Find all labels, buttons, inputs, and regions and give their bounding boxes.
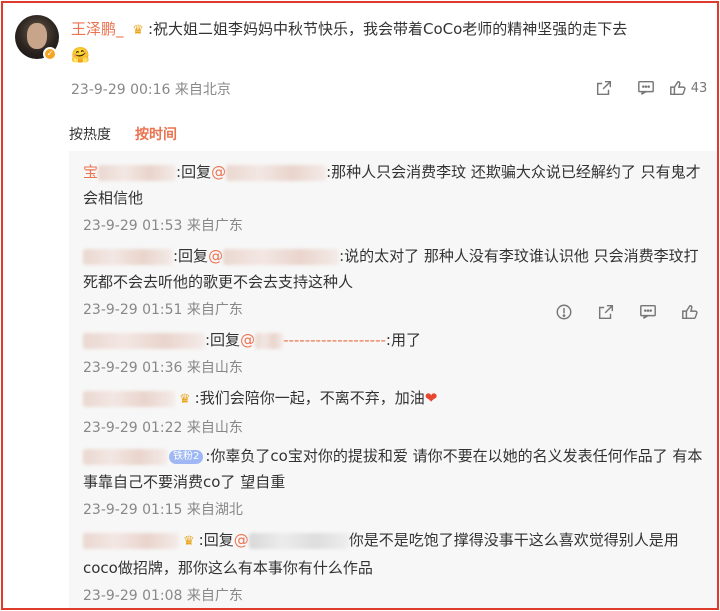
mention-link[interactable]: @ (234, 531, 249, 549)
reply-actions (543, 301, 711, 323)
list-item: 铁粉2:你辜负了co宝对你的提拔和爱 请你不要在以她的名义发表任何作品了 有本事… (83, 443, 709, 519)
reply-meta: 23-9-29 01:08 来自广东 (83, 588, 243, 604)
reply-list: 宝:回复@:那种人只会消费李玟 还欺骗大众说已经解约了 只有鬼才会相信他 23-… (69, 151, 717, 608)
tab-sort-time[interactable]: 按时间 (135, 124, 177, 144)
blurred-username (83, 532, 179, 549)
reply-body: :我们会陪你一起，不离不弃，加油 (194, 389, 425, 407)
thumb-up-icon (669, 80, 686, 96)
mention-tail: ------------------- (283, 331, 386, 349)
reply-meta: 23-9-29 01:22 来自山东 (83, 420, 243, 436)
reply-text-block: 宝:回复@:那种人只会消费李玟 还欺骗大众说已经解约了 只有鬼才会相信他 (83, 159, 709, 211)
blurred-mention (226, 164, 327, 181)
reply-body: :用了 (385, 331, 421, 349)
top-comment: ✓ 王泽鹏_ ♛:祝大姐二姐李妈妈中秋节快乐，我会带着CoCo老师的精神坚强的走… (3, 3, 717, 113)
comment-panel: ✓ 王泽鹏_ ♛:祝大姐二姐李妈妈中秋节快乐，我会带着CoCo老师的精神坚强的走… (1, 1, 719, 610)
reply-text-block: :回复@:说的太对了 那种人没有李玟谁认识他 只会消费李玟打死都不会去听他的歌更… (83, 243, 709, 295)
comment-username[interactable]: 王泽鹏_ (71, 20, 124, 38)
crown-icon: ♛ (132, 23, 144, 38)
comment-meta: 23-9-29 00:16 来自北京 (71, 82, 231, 98)
share-icon[interactable] (585, 301, 627, 323)
heart-icon: ❤ (424, 389, 438, 407)
reply-prefix: :回复 (198, 531, 234, 549)
blurred-mention (223, 248, 340, 265)
blurred-username (83, 390, 175, 407)
blurred-mention (248, 532, 349, 549)
reply-prefix: :回复 (205, 331, 241, 349)
verified-badge-icon: ✓ (43, 47, 57, 61)
reply-prefix: :回复 (173, 247, 209, 265)
reply-text-block: :回复@ -------------------:用了 (83, 327, 709, 353)
share-icon[interactable] (583, 77, 625, 99)
list-item: ♛:回复@ 你是不是吃饱了撑得没事干这么喜欢觉得别人是用coco做招牌，那你这么有… (83, 527, 709, 605)
blurred-mention (255, 332, 284, 349)
crown-icon: ♛ (183, 534, 195, 549)
reply-meta: 23-9-29 01:53 来自广东 (83, 218, 243, 234)
blurred-username (83, 332, 205, 349)
list-item: ♛:我们会陪你一起，不离不弃，加油❤ 23-9-29 01:22 来自山东 (83, 385, 709, 437)
thumb-up-icon[interactable] (669, 301, 711, 323)
reply-text-block: ♛:回复@ 你是不是吃饱了撑得没事干这么喜欢觉得别人是用coco做招牌，那你这么有… (83, 527, 709, 581)
comment-icon[interactable] (625, 77, 667, 99)
report-icon[interactable] (543, 301, 585, 323)
blurred-username (98, 164, 177, 181)
like-count: 43 (690, 80, 708, 96)
crown-icon: ♛ (179, 392, 191, 407)
top-comment-text-block: 王泽鹏_ ♛:祝大姐二姐李妈妈中秋节快乐，我会带着CoCo老师的精神坚强的走下去… (71, 17, 711, 67)
comment-text: :祝大姐二姐李妈妈中秋节快乐，我会带着CoCo老师的精神坚强的走下去 (147, 20, 628, 38)
like-button[interactable]: 43 (667, 77, 709, 99)
tab-sort-hot[interactable]: 按热度 (69, 124, 111, 144)
reply-prefix: :回复 (176, 163, 212, 181)
mention-link[interactable]: @ (211, 163, 226, 181)
reply-meta: 23-9-29 01:15 来自湖北 (83, 502, 243, 518)
sort-tabs: 按热度 按时间 (69, 124, 177, 144)
mention-link[interactable]: @ (208, 247, 223, 265)
hug-emoji-icon: 🤗 (71, 46, 90, 64)
mention-link[interactable]: @ (240, 331, 255, 349)
reply-text-block: ♛:我们会陪你一起，不离不弃，加油❤ (83, 385, 709, 413)
list-item: :回复@ -------------------:用了 23-9-29 01:36… (83, 327, 709, 377)
reply-text-block: 铁粉2:你辜负了co宝对你的提拔和爱 请你不要在以她的名义发表任何作品了 有本事… (83, 443, 709, 495)
blurred-username (83, 248, 173, 265)
reply-username[interactable]: 宝 (83, 163, 98, 181)
fan-level-badge: 铁粉2 (169, 449, 204, 464)
reply-meta: 23-9-29 01:36 来自山东 (83, 360, 243, 376)
comment-actions: 43 (583, 77, 709, 99)
avatar-face (27, 23, 47, 49)
comment-icon[interactable] (627, 301, 669, 323)
blurred-username (83, 448, 167, 465)
list-item: 宝:回复@:那种人只会消费李玟 还欺骗大众说已经解约了 只有鬼才会相信他 23-… (83, 159, 709, 235)
